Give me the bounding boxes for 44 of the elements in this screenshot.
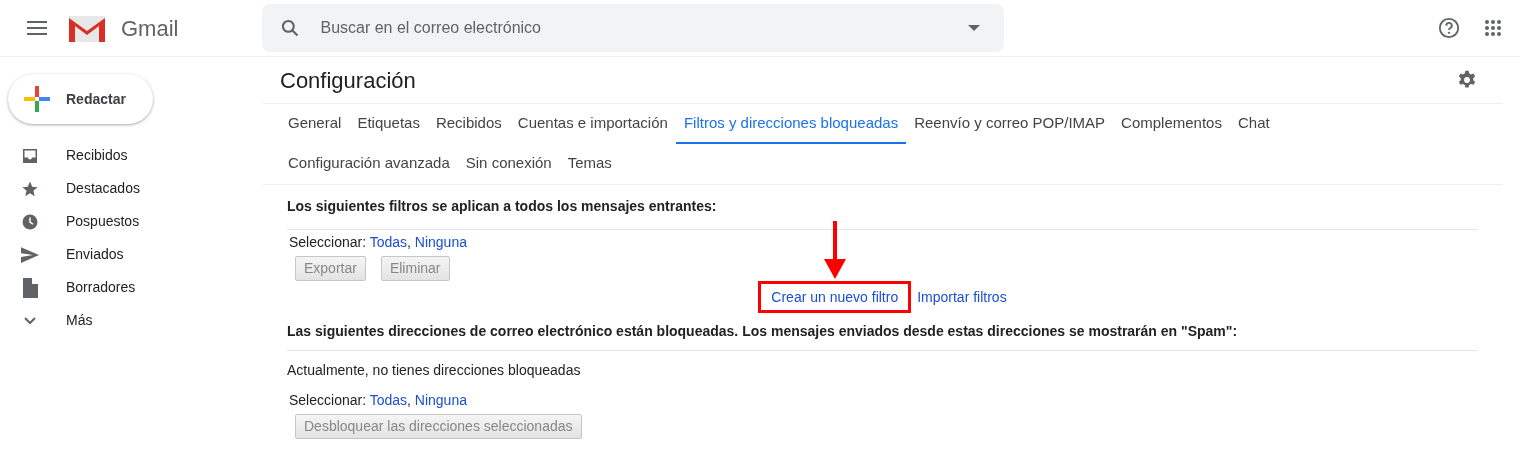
- section-heading: Los siguientes filtros se aplican a todos los mensajes entrantes:: [287, 185, 1478, 230]
- settings-tab[interactable]: Filtros y direcciones bloqueadas: [675, 104, 907, 144]
- help-icon[interactable]: [1438, 17, 1460, 39]
- sidebar-item[interactable]: Recibidos: [0, 139, 263, 172]
- chevron-icon: [23, 315, 37, 326]
- search-field[interactable]: Buscar en el correo electrónico: [262, 4, 1005, 52]
- send-icon: [21, 246, 39, 263]
- select-line: Seleccionar: Todas, Ninguna: [289, 391, 468, 410]
- file-icon: [22, 277, 38, 298]
- settings-tab[interactable]: Cuentas e importación: [509, 104, 676, 144]
- plus-icon: [24, 86, 50, 112]
- settings-tab[interactable]: Sin conexión: [457, 144, 560, 184]
- envelope-logo-icon: [67, 14, 107, 42]
- settings-tab[interactable]: General: [280, 104, 350, 144]
- inbox-icon: [21, 146, 39, 165]
- section-heading: Las siguientes direcciones de correo electrónico están bloqueadas. Los mensajes enviados desde estas direcciones se mostrarán en "Spam":: [287, 313, 1478, 351]
- settings-tab[interactable]: Chat: [1229, 104, 1278, 144]
- annotation-arrow: [823, 221, 846, 279]
- select-link[interactable]: Ninguna: [414, 392, 467, 408]
- settings-tab[interactable]: Reenvío y correo POP/IMAP: [906, 104, 1114, 144]
- sidebar-item[interactable]: Borradores: [0, 271, 263, 304]
- sidebar-item[interactable]: Destacados: [0, 172, 263, 205]
- clock-icon: [21, 212, 39, 231]
- create-filter-link[interactable]: Crear un nuevo filtro: [771, 289, 899, 305]
- sidebar-item[interactable]: Enviados: [0, 238, 263, 271]
- sidebar-item[interactable]: Pospuestos: [0, 205, 263, 238]
- page-title: Configuración: [280, 66, 416, 95]
- compose-button[interactable]: Redactar: [8, 74, 153, 124]
- settings-tab[interactable]: Complementos: [1113, 104, 1230, 144]
- menu-icon[interactable]: [27, 21, 47, 35]
- caret-icon[interactable]: [968, 25, 981, 31]
- import-filters-link[interactable]: Importar filtros: [917, 286, 1007, 308]
- settings-tab[interactable]: Configuración avanzada: [280, 144, 458, 184]
- sidebar-item[interactable]: Más: [0, 304, 263, 337]
- app-name: Gmail: [121, 14, 179, 43]
- settings-tab[interactable]: Etiquetas: [349, 104, 428, 144]
- select-line: Seleccionar: Todas, Ninguna: [289, 233, 468, 252]
- empty-message: Actualmente, no tienes direcciones bloqueadas: [287, 361, 582, 380]
- select-link[interactable]: Ninguna: [414, 234, 467, 250]
- settings-icon[interactable]: [1457, 70, 1477, 90]
- search-icon[interactable]: [280, 18, 301, 38]
- apps-grid-icon[interactable]: [1484, 19, 1502, 37]
- settings-tab[interactable]: Recibidos: [427, 104, 510, 144]
- settings-tab[interactable]: Temas: [559, 144, 620, 184]
